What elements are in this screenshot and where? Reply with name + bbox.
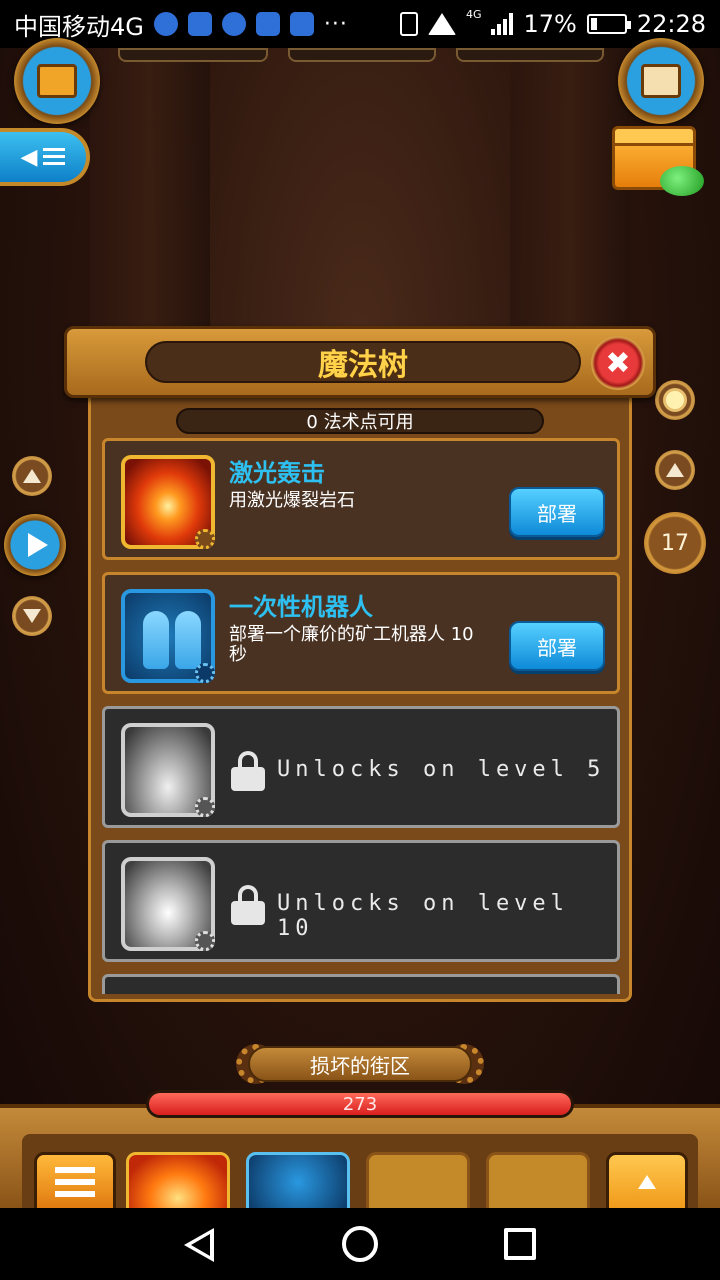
dialog-header: 魔法树 ✖ xyxy=(64,326,656,398)
scroll-down-button[interactable] xyxy=(12,596,52,636)
close-icon: ✖ xyxy=(605,345,631,381)
tray-inner xyxy=(22,1134,698,1208)
play-button[interactable] xyxy=(4,514,66,576)
back-triangle-icon[interactable] xyxy=(184,1228,214,1262)
system-nav-bar xyxy=(0,1208,720,1280)
carrier-label: 中国移动4G xyxy=(14,12,144,41)
wifi-icon xyxy=(427,13,456,35)
spell-points-label: 0 法术点可用 xyxy=(176,408,544,434)
empty-quick-slot[interactable] xyxy=(486,1152,590,1212)
brightness-button[interactable] xyxy=(655,380,695,420)
level-badge: 17 xyxy=(644,512,706,574)
gear-icon xyxy=(195,663,215,683)
k-app-icon xyxy=(221,12,246,36)
expand-up-button[interactable] xyxy=(606,1152,688,1212)
back-menu-button[interactable]: ◀ xyxy=(0,128,90,186)
back-arrow-icon: ◀ xyxy=(20,144,38,170)
locked-spell-card-partial xyxy=(102,974,620,994)
play-icon xyxy=(28,533,48,557)
home-circle-icon[interactable] xyxy=(342,1226,378,1262)
spell-card-laser: 激光轰击 用激光爆裂岩石 部署 xyxy=(102,438,620,560)
locked-spell-icon xyxy=(121,723,215,817)
gear-icon xyxy=(195,529,215,549)
spell-description: 部署一个廉价的矿工机器人 10秒 xyxy=(229,624,474,665)
quest-notes-button[interactable] xyxy=(618,38,704,124)
paw-app-icon xyxy=(153,12,178,36)
locked-spell-icon xyxy=(121,857,215,951)
recents-square-icon[interactable] xyxy=(504,1228,536,1260)
arrow-down-icon xyxy=(23,609,41,623)
gem-bar xyxy=(456,48,604,62)
notes-icon xyxy=(641,64,681,98)
lock-icon xyxy=(231,885,265,925)
scroll-up-button[interactable] xyxy=(12,456,52,496)
chest-icon xyxy=(37,64,77,98)
arrow-up-icon xyxy=(638,1175,656,1189)
green-gems-icon xyxy=(660,166,704,196)
battery-percent: 17% xyxy=(523,10,577,38)
arrow-up-icon xyxy=(666,463,684,477)
spell-description: 用激光爆裂岩石 xyxy=(229,490,355,511)
level-up-button[interactable] xyxy=(655,450,695,490)
spell-name: 激光轰击 xyxy=(229,459,325,487)
robot-quick-slot[interactable] xyxy=(246,1152,350,1212)
laser-quick-slot[interactable] xyxy=(126,1152,230,1212)
unlock-requirement: Unlocks on level 10 xyxy=(277,891,569,941)
vibrate-icon xyxy=(399,12,418,36)
message-app-icon xyxy=(255,12,280,36)
health-bar: 273 xyxy=(146,1090,574,1118)
health-value: 273 xyxy=(342,1093,378,1115)
robot-spell-icon xyxy=(121,589,215,683)
browser-app-icon xyxy=(187,12,212,36)
clock: 22:28 xyxy=(636,10,706,38)
resource-bar xyxy=(118,48,268,62)
robot-figure xyxy=(175,611,201,669)
arrow-up-icon xyxy=(23,469,41,483)
empty-quick-slot[interactable] xyxy=(366,1152,470,1212)
locked-spell-card: Unlocks on level 10 xyxy=(102,840,620,962)
menu-slot-button[interactable] xyxy=(34,1152,116,1212)
dialog-title: 魔法树 xyxy=(318,348,408,383)
robot-figure xyxy=(143,611,169,669)
more-notifications-icon: ··· xyxy=(323,11,348,37)
spell-name: 一次性机器人 xyxy=(229,593,373,621)
network-type-label: 4G xyxy=(465,7,482,21)
inventory-chest-button[interactable] xyxy=(14,38,100,124)
title-pill: 魔法树 xyxy=(145,341,581,383)
heart-app-icon xyxy=(289,12,314,36)
treasure-chest-button[interactable] xyxy=(612,126,704,196)
lock-icon xyxy=(231,751,265,791)
deploy-button[interactable]: 部署 xyxy=(509,487,605,537)
sun-icon xyxy=(666,391,684,409)
zone-name: 损坏的街区 xyxy=(248,1046,472,1082)
coin-bar xyxy=(288,48,436,62)
spell-card-robot: 一次性机器人 部署一个廉价的矿工机器人 10秒 部署 xyxy=(102,572,620,694)
treasure-lid xyxy=(612,126,696,146)
deploy-button[interactable]: 部署 xyxy=(509,621,605,671)
list-icon xyxy=(55,1167,95,1197)
menu-icon xyxy=(43,148,66,166)
battery-icon xyxy=(586,14,631,34)
status-bar: 中国移动4G ··· 4G 17% 22:28 xyxy=(0,0,720,48)
gear-icon xyxy=(195,931,215,951)
gear-icon xyxy=(195,797,215,817)
close-button[interactable]: ✖ xyxy=(591,336,645,390)
signal-icon xyxy=(491,13,514,35)
locked-spell-card: Unlocks on level 5 xyxy=(102,706,620,828)
laser-spell-icon xyxy=(121,455,215,549)
unlock-requirement: Unlocks on level 5 xyxy=(277,757,606,782)
